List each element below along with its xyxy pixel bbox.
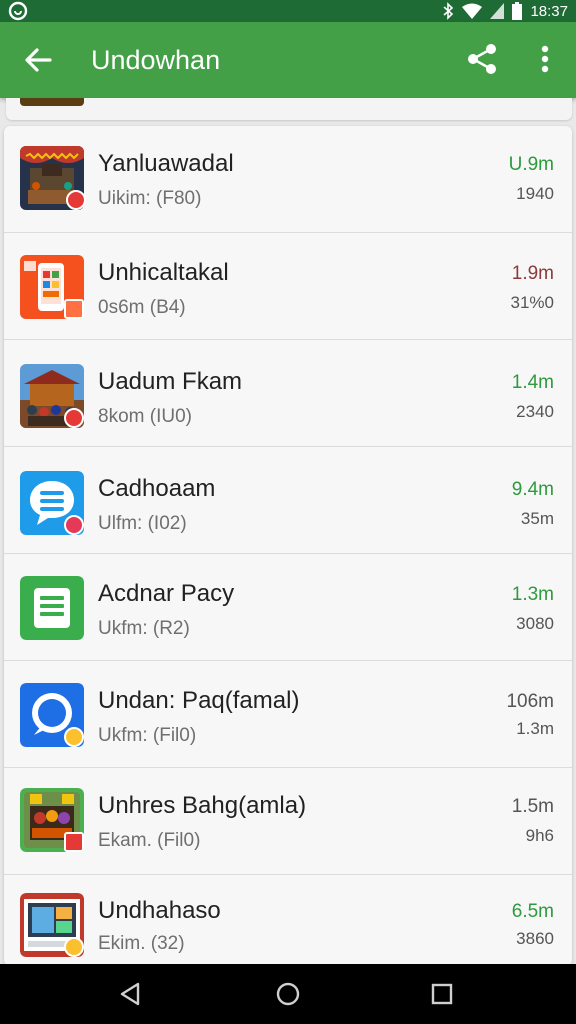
app-subtitle: 0s6m (B4)	[98, 297, 186, 318]
app-subtitle: Ulfm: (I02)	[98, 513, 187, 534]
app-name: Undan: Paq(famal)	[98, 687, 300, 714]
app-subtitle: 8kom (IU0)	[98, 406, 192, 427]
app-subtitle: Ukfm: (Fil0)	[98, 725, 197, 746]
app-size: 1.3m	[511, 584, 554, 605]
app-name: Undhahaso	[98, 897, 221, 924]
app-size: 1.5m	[511, 796, 554, 817]
nav-recents-icon[interactable]	[430, 982, 454, 1006]
status-bar: 18:37	[0, 0, 576, 22]
status-time: 18:37	[530, 2, 568, 20]
app-name: Acdnar Pacy	[98, 580, 235, 607]
badge-icon	[66, 190, 86, 210]
app-icon	[20, 98, 84, 106]
badge-icon	[64, 937, 84, 957]
list-item[interactable]: Undan: Paq(famal) Ukfm: (Fil0) 106m 1.3m	[4, 661, 572, 768]
list-item[interactable]: Acdnar Pacy Ukfm: (R2) 1.3m 3080	[4, 554, 572, 661]
app-bar: Undowhan	[0, 22, 576, 98]
app-subtitle: Ekim. (32)	[98, 933, 185, 954]
app-size: U.9m	[508, 154, 554, 175]
app-count: 1.3m	[516, 719, 554, 738]
list-item[interactable]: Unhicaltakal 0s6m (B4) 1.9m 31%0	[4, 233, 572, 340]
app-count: 9h6	[525, 826, 554, 845]
battery-icon	[512, 2, 523, 20]
app-size: 9.4m	[511, 479, 554, 500]
list-item[interactable]: Unhres Bahg(amla) Ekam. (Fil0) 1.5m 9h6	[4, 768, 572, 875]
app-count: 3860	[516, 929, 554, 948]
app-size: 1.4m	[511, 372, 554, 393]
page-title: Undowhan	[91, 45, 221, 75]
app-count: 35m	[520, 509, 554, 528]
list-item[interactable]: Undhahaso Ekim. (32) 6.5m 3860	[4, 875, 572, 966]
app-name: Cadhoaam	[98, 475, 216, 502]
nav-back-icon[interactable]	[116, 980, 144, 1008]
bluetooth-icon	[443, 2, 454, 20]
app-name: Unhres Bahg(amla)	[98, 792, 307, 819]
badge-icon	[64, 515, 84, 535]
app-subtitle: Uikim: (F80)	[98, 188, 202, 209]
more-options-icon[interactable]	[528, 40, 562, 78]
app-subtitle: Ukfm: (R2)	[98, 618, 190, 639]
app-size: 1.9m	[511, 263, 554, 284]
signal-icon	[490, 3, 505, 19]
back-arrow-icon[interactable]	[20, 42, 56, 78]
app-count: 3080	[516, 614, 554, 633]
app-count: 1940	[516, 184, 554, 203]
share-icon[interactable]	[463, 40, 501, 78]
app-name: Uadum Fkam	[98, 368, 243, 395]
app-name: Unhicaltakal	[98, 259, 229, 286]
list-item[interactable]: Uadum Fkam 8kom (IU0) 1.4m 2340	[4, 340, 572, 447]
previous-list-item[interactable]	[6, 98, 572, 120]
app-size: 6.5m	[511, 901, 554, 922]
badge-icon	[64, 408, 84, 428]
badge-icon	[64, 727, 84, 747]
app-size: 106m	[506, 691, 554, 712]
notification-icon	[8, 1, 28, 21]
document-icon	[20, 576, 84, 640]
list-item[interactable]: Yanluawadal Uikim: (F80) U.9m 1940	[4, 126, 572, 233]
app-count: 31%0	[510, 293, 554, 312]
app-subtitle: Ekam. (Fil0)	[98, 830, 201, 851]
app-list: Yanluawadal Uikim: (F80) U.9m 1940 Unhic…	[4, 126, 572, 966]
badge-icon	[64, 299, 84, 319]
badge-icon	[64, 832, 84, 852]
list-item[interactable]: Cadhoaam Ulfm: (I02) 9.4m 35m	[4, 447, 572, 554]
wifi-icon	[462, 3, 483, 19]
app-count: 2340	[516, 402, 554, 421]
app-name: Yanluawadal	[98, 150, 234, 177]
nav-home-icon[interactable]	[274, 980, 302, 1008]
